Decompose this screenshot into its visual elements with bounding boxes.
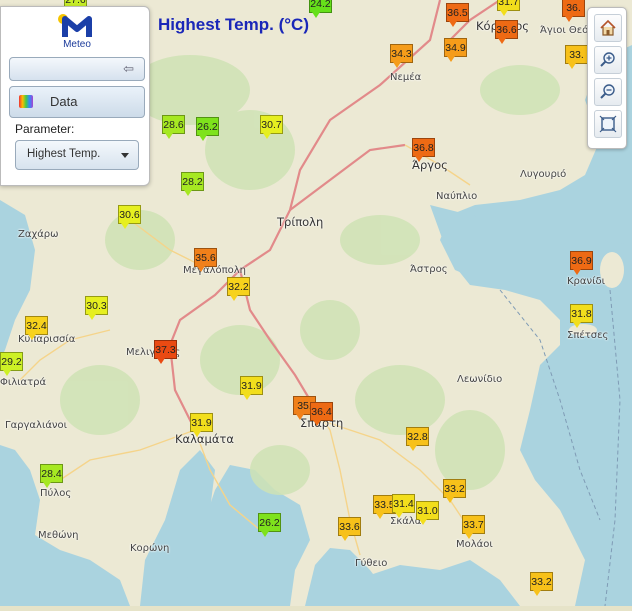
temperature-marker[interactable]: 31.9 (240, 376, 263, 400)
fullscreen-icon (599, 115, 617, 133)
temperature-marker[interactable]: 35.6 (194, 248, 217, 272)
temperature-marker[interactable]: 37.3 (154, 340, 177, 364)
place-label: Κορώνη (130, 543, 170, 554)
data-button[interactable]: Data (9, 86, 145, 118)
map-toolbar (587, 7, 627, 149)
temperature-marker[interactable]: 31.7 (497, 0, 520, 16)
temperature-marker[interactable]: 36.8 (412, 138, 435, 162)
temperature-marker[interactable]: 31.4 (392, 494, 415, 518)
logo-text: Meteo (63, 39, 91, 50)
temperature-marker[interactable]: 36.9 (570, 251, 593, 275)
temperature-marker[interactable]: 32.8 (406, 427, 429, 451)
chevron-down-icon (121, 153, 129, 158)
place-label: Καλαμάτα (175, 432, 234, 446)
collapse-panel-button[interactable]: ⇦ (9, 57, 145, 81)
zoom-out-button[interactable] (594, 78, 622, 106)
temperature-marker[interactable]: 31.8 (570, 304, 593, 328)
place-label: Πύλος (40, 488, 72, 499)
temperature-marker[interactable]: 30.3 (85, 296, 108, 320)
temperature-marker[interactable]: 36.5 (446, 3, 469, 27)
place-label: Γύθειο (355, 558, 388, 569)
temperature-marker[interactable]: 34.3 (390, 44, 413, 68)
temperature-marker[interactable]: 24.2 (309, 0, 332, 18)
temperature-marker[interactable]: 36.4 (310, 402, 333, 426)
temperature-marker[interactable]: 36.6 (495, 20, 518, 44)
meteo-logo: Meteo (55, 13, 99, 53)
palette-icon (19, 95, 33, 108)
place-label: Νεμέα (390, 72, 422, 83)
parameter-select-value: Highest Temp. (27, 148, 101, 160)
temperature-marker[interactable]: 26.2 (258, 513, 281, 537)
parameter-label: Parameter: (15, 122, 75, 136)
place-label: Σπέτσες (567, 330, 609, 341)
temperature-marker[interactable]: 34.9 (444, 38, 467, 62)
temperature-marker[interactable]: 33.2 (530, 572, 553, 596)
temperature-marker[interactable]: 32.2 (227, 277, 250, 301)
place-label: Κρανίδι (567, 276, 605, 287)
place-label: Φιλιατρά (0, 377, 47, 388)
home-button[interactable] (594, 14, 622, 42)
temperature-marker[interactable]: 31.9 (190, 413, 213, 437)
place-label: Λυγουριό (520, 169, 567, 180)
place-label: Μεθώνη (38, 530, 79, 541)
zoom-out-icon (600, 84, 615, 99)
place-label: Λεωνίδιο (457, 374, 503, 385)
arrow-left-icon: ⇦ (123, 61, 134, 76)
temperature-marker[interactable]: 30.6 (118, 205, 141, 229)
temperature-marker[interactable]: 26.2 (196, 117, 219, 141)
temperature-marker[interactable]: 32.4 (25, 316, 48, 340)
temperature-marker[interactable]: 33.6 (338, 517, 361, 541)
temperature-marker[interactable]: 28.2 (181, 172, 204, 196)
temperature-marker[interactable]: 33.7 (462, 515, 485, 539)
place-label: Ζαχάρω (18, 229, 59, 240)
temperature-marker[interactable]: 33. (565, 45, 588, 69)
temperature-marker[interactable]: 30.7 (260, 115, 283, 139)
temperature-marker[interactable]: 28.4 (40, 464, 63, 488)
place-label: Μολάοι (456, 539, 493, 550)
zoom-in-icon (600, 52, 615, 67)
temperature-marker[interactable]: 29.2 (0, 352, 23, 376)
place-label: Άστρος (410, 264, 448, 275)
place-label: Γαργαλιάνοι (5, 420, 68, 431)
temperature-marker[interactable]: 31.0 (416, 501, 439, 525)
temperature-marker[interactable]: 28.6 (162, 115, 185, 139)
zoom-in-button[interactable] (594, 46, 622, 74)
map-title: Highest Temp. (°C) (158, 15, 309, 34)
control-panel: Meteo ⇦ Data Parameter: Highest Temp. (0, 6, 150, 186)
place-label: Τρίπολη (277, 215, 324, 229)
data-button-label: Data (50, 94, 78, 109)
temperature-marker[interactable]: 36. (562, 0, 585, 22)
parameter-select[interactable]: Highest Temp. (15, 140, 139, 170)
home-icon (600, 19, 616, 36)
place-label: Ναύπλιο (436, 191, 478, 202)
temperature-marker[interactable]: 33.2 (443, 479, 466, 503)
fit-extent-button[interactable] (594, 110, 622, 138)
